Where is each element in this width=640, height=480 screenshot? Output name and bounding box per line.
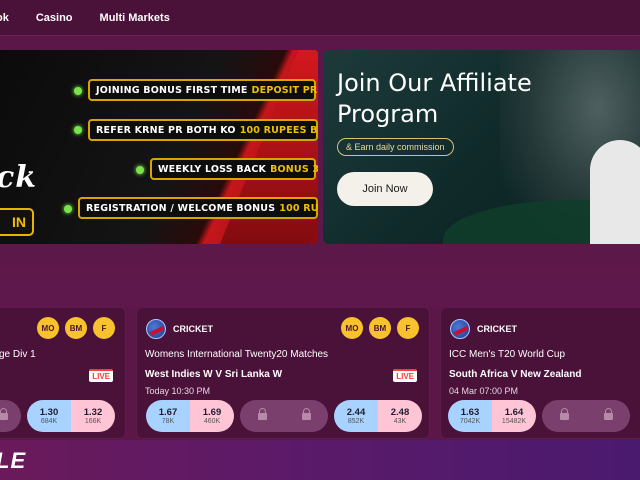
badge-f: F	[93, 317, 115, 339]
competition-name: Womens International Twenty20 Matches	[145, 349, 329, 360]
market-badges: MO BM F	[341, 317, 419, 339]
odds-back[interactable]: 1.63 7042K	[448, 400, 492, 432]
match-time: 04 Mar 07:00 PM	[449, 386, 519, 396]
odds-row: 1.30 684K 1.32 166K	[0, 400, 115, 432]
dealer-image	[590, 140, 640, 244]
competition-name: ge Div 1	[0, 349, 36, 360]
odds-back[interactable]: 1.30 684K	[27, 400, 71, 432]
odds-group: 2.44 852K 2.48 43K	[334, 400, 422, 432]
badge-f: F	[397, 317, 419, 339]
bullet-icon	[74, 87, 82, 95]
sport-label: CRICKET	[173, 324, 213, 334]
sport-label: CRICKET	[477, 324, 517, 334]
live-badge: LIVE	[393, 369, 417, 382]
join-now-button[interactable]: Join Now	[337, 172, 433, 206]
lock-icon	[603, 407, 613, 421]
odds-lay[interactable]: 1.64 15482K	[492, 400, 536, 432]
market-badges: MO BM F	[37, 317, 115, 339]
odds-group	[0, 400, 21, 432]
odds-lay[interactable]: 2.48 43K	[378, 400, 422, 432]
top-navigation: ok Casino Multi Markets	[0, 0, 640, 36]
odds-locked	[586, 400, 630, 432]
match-time: Today 10:30 PM	[145, 386, 211, 396]
cricket-flag-icon	[146, 319, 166, 339]
promo-line-refer-bonus: REFER KRNE PR BOTH KO100 RUPEES BONUS	[88, 119, 318, 141]
lock-icon	[257, 407, 267, 421]
affiliate-subtitle: & Earn daily commission	[337, 138, 454, 156]
odds-row: 1.63 7042K 1.64 15482K	[448, 400, 630, 432]
odds-locked	[0, 400, 21, 432]
odds-back[interactable]: 2.44 852K	[334, 400, 378, 432]
nav-item-sportsbook[interactable]: ok	[0, 12, 9, 24]
lock-icon	[301, 407, 311, 421]
match-name[interactable]: South Africa V New Zealand	[449, 369, 581, 380]
odds-row: 1.67 78K 1.69 460K 2.44 852K 2.48 43K	[146, 400, 422, 432]
bullet-icon	[136, 166, 144, 174]
affiliate-title: Join Our Affiliate Program	[337, 69, 532, 128]
promo-line-registration-bonus: REGISTRATION / WELCOME BONUS100 RUPEES	[78, 197, 318, 219]
section-title-partial: LE	[0, 448, 27, 473]
join-button-partial[interactable]: IN	[0, 208, 34, 236]
nav-item-multi-markets[interactable]: Multi Markets	[100, 12, 170, 24]
lock-icon	[0, 407, 8, 421]
promo-line-joining-bonus: JOINING BONUS FIRST TIMEDEPOSIT PR 5%	[88, 79, 318, 101]
affiliate-banner[interactable]: Join Our Affiliate Program & Earn daily …	[323, 50, 640, 244]
match-card[interactable]: CRICKET MO BM F Womens International Twe…	[136, 307, 430, 439]
brand-logo-partial: ck	[0, 160, 38, 195]
odds-group	[542, 400, 630, 432]
odds-locked	[240, 400, 284, 432]
live-badge: LIVE	[89, 369, 113, 382]
odds-lay[interactable]: 1.32 166K	[71, 400, 115, 432]
competition-name: ICC Men's T20 World Cup	[449, 349, 566, 360]
cricket-flag-icon	[450, 319, 470, 339]
match-name[interactable]: West Indies W V Sri Lanka W	[145, 369, 282, 380]
bullet-icon	[74, 126, 82, 134]
odds-group: 1.67 78K 1.69 460K	[146, 400, 234, 432]
odds-group: 1.30 684K 1.32 166K	[27, 400, 115, 432]
bullet-icon	[64, 205, 72, 213]
odds-group	[240, 400, 328, 432]
bonus-promo-banner[interactable]: ck IN JOINING BONUS FIRST TIME DEPOSIT PR…	[0, 50, 318, 244]
section-header-strip: LE	[0, 440, 640, 480]
promo-line-weekly-loss: WEEKLY LOSS BACKBONUS 3%	[150, 158, 318, 180]
badge-bm: BM	[369, 317, 391, 339]
match-card[interactable]: CRICKET ICC Men's T20 World Cup South Af…	[440, 307, 640, 439]
badge-mo: MO	[341, 317, 363, 339]
match-card[interactable]: MO BM F ge Div 1 LIVE 1.30 684K 1.32 166K	[0, 307, 126, 439]
badge-bm: BM	[65, 317, 87, 339]
odds-locked	[542, 400, 586, 432]
nav-item-casino[interactable]: Casino	[36, 12, 73, 24]
odds-group: 1.63 7042K 1.64 15482K	[448, 400, 536, 432]
odds-back[interactable]: 1.67 78K	[146, 400, 190, 432]
odds-locked	[284, 400, 328, 432]
lock-icon	[559, 407, 569, 421]
badge-mo: MO	[37, 317, 59, 339]
odds-lay[interactable]: 1.69 460K	[190, 400, 234, 432]
